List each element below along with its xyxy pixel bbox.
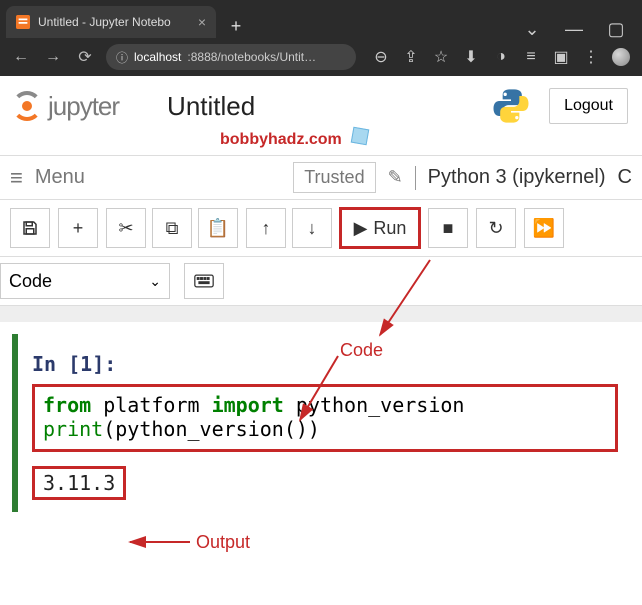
hamburger-icon[interactable]: ≡ <box>10 165 23 191</box>
extensions-icon[interactable]: ≡ <box>522 48 540 66</box>
paste-button[interactable]: 📋 <box>198 208 238 248</box>
kernel-name[interactable]: Python 3 (ipykernel) <box>428 166 606 189</box>
interrupt-button[interactable]: ■ <box>428 208 468 248</box>
menu-dots-icon[interactable]: ⋮ <box>582 48 600 66</box>
info-icon: ⓘ <box>116 49 128 66</box>
move-up-button[interactable]: ↑ <box>246 208 286 248</box>
jupyter-logo[interactable]: jupyter <box>12 91 119 122</box>
logout-button[interactable]: Logout <box>549 88 628 124</box>
tab-title: Untitled - Jupyter Notebo <box>38 15 190 29</box>
annotation-output-label: Output <box>196 532 250 553</box>
url-rest: :8888/notebooks/Untit… <box>187 50 316 64</box>
chevron-down-icon: ⌄ <box>149 273 161 290</box>
paint-icon[interactable]: ◑ <box>492 48 510 66</box>
menu-label[interactable]: Menu <box>35 166 85 189</box>
cell-output: 3.11.3 <box>32 466 126 500</box>
code-line: print(python_version()) <box>43 417 607 441</box>
divider <box>415 166 416 190</box>
trusted-indicator[interactable]: Trusted <box>293 162 375 193</box>
restart-button[interactable]: ↻ <box>476 208 516 248</box>
panel-icon[interactable]: ▣ <box>552 48 570 66</box>
copy-button[interactable]: ⧉ <box>152 208 192 248</box>
forward-icon[interactable]: → <box>42 46 64 68</box>
browser-tab[interactable]: Untitled - Jupyter Notebo × <box>6 6 216 38</box>
cut-button[interactable]: ✂ <box>106 208 146 248</box>
download-icon[interactable]: ⬇ <box>462 48 480 66</box>
code-input-area[interactable]: from platform import python_version prin… <box>32 384 618 452</box>
input-prompt: In [1]: <box>32 352 618 376</box>
jupyter-wordmark: jupyter <box>48 91 119 122</box>
close-tab-icon[interactable]: × <box>198 14 206 30</box>
python-logo-icon <box>491 86 531 126</box>
jupyter-logo-icon <box>12 91 42 121</box>
run-label: Run <box>373 218 406 239</box>
command-palette-button[interactable] <box>184 263 224 299</box>
cell-type-value: Code <box>9 271 52 292</box>
move-down-button[interactable]: ↓ <box>292 208 332 248</box>
cell-type-select[interactable]: Code ⌄ <box>0 263 170 299</box>
address-bar[interactable]: ⓘ localhost :8888/notebooks/Untit… <box>106 44 356 70</box>
minimize-icon[interactable]: — <box>560 20 588 38</box>
reload-icon[interactable]: ⟳ <box>74 46 96 68</box>
add-cell-button[interactable]: + <box>58 208 98 248</box>
url-host: localhost <box>134 50 181 64</box>
zoom-icon[interactable]: ⊖ <box>372 48 390 66</box>
maximize-icon[interactable]: ▢ <box>602 20 630 38</box>
play-icon: ▶ <box>354 218 368 239</box>
save-button[interactable] <box>10 208 50 248</box>
edit-icon[interactable]: ✎ <box>388 167 403 188</box>
share-icon[interactable]: ⇪ <box>402 48 420 66</box>
cube-icon <box>351 127 370 146</box>
star-icon[interactable]: ☆ <box>432 48 450 66</box>
subtitle: bobbyhadz.com <box>220 131 342 148</box>
code-cell[interactable]: In [1]: from platform import python_vers… <box>12 334 630 512</box>
new-tab-button[interactable]: + <box>224 14 248 38</box>
notebook-title[interactable]: Untitled <box>167 91 255 122</box>
run-button[interactable]: ▶ Run <box>340 208 420 248</box>
dropdown-icon[interactable]: ⌄ <box>518 20 546 38</box>
code-line: from platform import python_version <box>43 393 607 417</box>
back-icon[interactable]: ← <box>10 46 32 68</box>
kernel-status-icon: C <box>618 166 632 189</box>
avatar[interactable] <box>612 48 630 66</box>
restart-run-all-button[interactable]: ⏩ <box>524 208 564 248</box>
jupyter-favicon <box>16 15 30 29</box>
